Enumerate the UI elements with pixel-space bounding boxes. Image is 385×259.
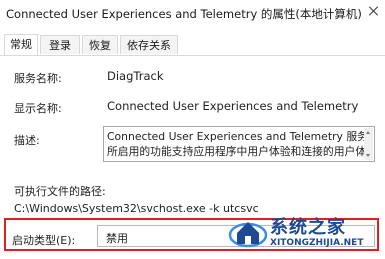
description-textbox[interactable]: Connected User Experiences and Telemetry… — [103, 126, 375, 162]
site-watermark: 系统之家 XITONGZHIJIA.NET — [228, 205, 385, 259]
startup-type-label: 启动类型(E): — [12, 234, 76, 247]
scroll-up-arrow-icon[interactable] — [366, 131, 370, 134]
tab-logon[interactable]: 登录 — [40, 35, 80, 54]
description-scrollbar[interactable] — [364, 128, 373, 160]
description-label: 描述: — [14, 134, 40, 147]
service-name-value: DiagTrack — [107, 69, 164, 83]
tab-bar: 常规 登录 恢复 依存关系 — [0, 34, 385, 56]
description-line-1: Connected User Experiences and Telemetry… — [107, 130, 368, 143]
title-bar: Connected User Experiences and Telemetry… — [0, 0, 385, 26]
description-line-2: 所启用的功能支持应用程序中用户体验和连接的用户体 — [107, 145, 367, 158]
startup-type-value: 禁用 — [106, 232, 128, 245]
exe-path-label: 可执行文件的路径: — [14, 185, 106, 198]
display-name-value: Connected User Experiences and Telemetry — [107, 99, 359, 113]
tab-dependencies[interactable]: 依存关系 — [120, 35, 178, 54]
tab-general[interactable]: 常规 — [4, 34, 38, 55]
house-logo-icon — [228, 222, 268, 248]
exe-path-value: C:\Windows\System32\svchost.exe -k utcsv… — [14, 202, 259, 215]
close-icon[interactable] — [363, 0, 385, 22]
display-name-label: 显示名称: — [14, 102, 62, 115]
watermark-title: 系统之家 — [270, 217, 346, 238]
window-title: Connected User Experiences and Telemetry… — [6, 7, 362, 21]
watermark-url: XITONGZHIJIA.NET — [270, 238, 364, 248]
service-name-label: 服务名称: — [14, 72, 62, 85]
scroll-down-arrow-icon[interactable] — [366, 154, 370, 157]
tab-recovery[interactable]: 恢复 — [82, 35, 118, 54]
